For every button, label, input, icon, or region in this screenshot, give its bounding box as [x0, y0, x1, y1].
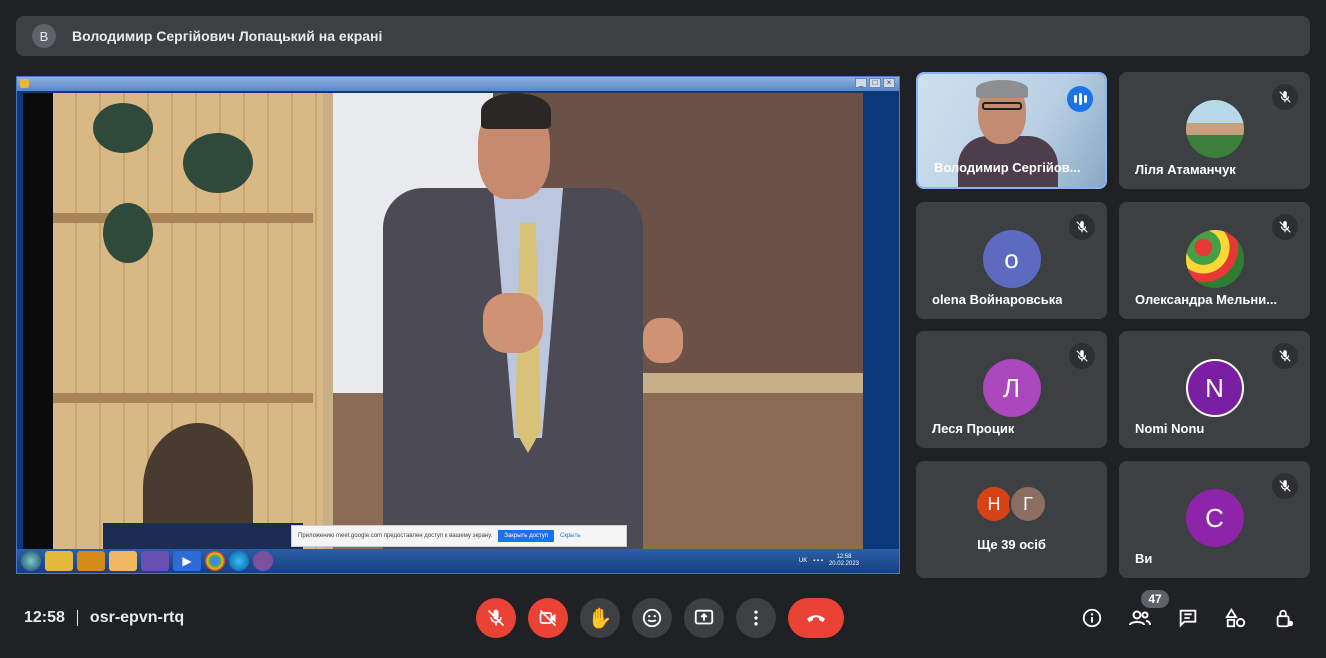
shared-video — [23, 93, 863, 549]
presenting-text: Володимир Сергійович Лопацький на екрані — [72, 28, 383, 44]
people-icon — [1129, 610, 1151, 626]
chat-icon — [1179, 609, 1197, 628]
emoji-icon — [642, 608, 662, 628]
present-screen-button[interactable] — [684, 598, 724, 638]
participant-avatar: o — [982, 230, 1041, 288]
window-minimize-button: _ — [855, 78, 867, 88]
speaking-indicator-icon — [1067, 86, 1093, 112]
taskbar-time: 12:58 — [836, 554, 852, 560]
classroom-scene — [53, 93, 863, 549]
participant-name: Леся Процик — [932, 421, 1015, 436]
meeting-time: 12:58 — [24, 609, 65, 626]
self-avatar: С — [1185, 489, 1244, 547]
chat-button[interactable] — [1168, 598, 1208, 638]
self-name: Ви — [1135, 551, 1153, 566]
participant-name: Ліля Атаманчук — [1135, 162, 1236, 177]
window-maximize-button: □ — [869, 78, 881, 88]
participant-photo — [1185, 230, 1244, 288]
chrome-icon — [205, 551, 225, 571]
participant-tile[interactable]: Л Леся Процик — [916, 331, 1107, 448]
meeting-code: osr-epvn-rtq — [89, 609, 185, 626]
stop-sharing-button[interactable]: Закрыть доступ — [498, 530, 554, 542]
mic-off-icon — [1272, 214, 1298, 240]
participant-tile[interactable]: Олександра Мельни... — [1119, 202, 1310, 319]
activities-button[interactable] — [1216, 598, 1256, 638]
participant-name: Володимир Сергійов... — [934, 160, 1081, 175]
window-close-button: × — [883, 78, 895, 88]
start-button-icon — [21, 551, 41, 571]
viber-icon — [253, 551, 273, 571]
mic-toggle-button[interactable] — [476, 598, 516, 638]
participant-name: olena Войнаровська — [932, 292, 1063, 307]
reactions-button[interactable] — [632, 598, 672, 638]
more-options-button[interactable] — [736, 598, 776, 638]
participant-photo — [1185, 100, 1244, 158]
present-icon — [694, 609, 714, 625]
meeting-info: 12:58 osr-epvn-rtq — [24, 606, 184, 630]
notification-text: Приложению meet.google.com предоставлен … — [298, 533, 493, 539]
participant-tile[interactable]: Володимир Сергійов... — [916, 72, 1107, 189]
window-titlebar: _ □ × — [17, 77, 899, 91]
visual-studio-icon — [141, 551, 169, 571]
hangup-icon — [807, 615, 825, 622]
camera-off-icon — [539, 609, 557, 627]
others-tile[interactable]: Н Г Ще 39 осіб — [916, 461, 1107, 578]
mic-off-icon — [487, 609, 505, 627]
tray-icons: ▪ ▪ ▪ — [813, 558, 823, 564]
participant-tile[interactable]: Ліля Атаманчук — [1119, 72, 1310, 189]
mic-off-icon — [1272, 473, 1298, 499]
participant-avatar: Л — [982, 359, 1041, 417]
shapes-icon — [1225, 608, 1246, 628]
mic-off-icon — [1272, 84, 1298, 110]
meeting-details-button[interactable] — [1072, 598, 1112, 638]
info-icon — [1082, 608, 1102, 628]
play-icon: ▶ — [173, 551, 201, 571]
camera-toggle-button[interactable] — [528, 598, 568, 638]
mic-off-icon — [1069, 343, 1095, 369]
taskbar-date: 20.02.2023 — [828, 561, 859, 567]
mic-off-icon — [1272, 343, 1298, 369]
participant-tile[interactable]: o olena Войнаровська — [916, 202, 1107, 319]
edge-icon — [229, 551, 249, 571]
taskbar-clock: 12:58 20.02.2023 — [829, 554, 859, 568]
windows-taskbar: ▶ UK ▪ ▪ ▪ 12:58 20.02.2023 — [17, 549, 899, 573]
window-app-icon — [20, 79, 29, 88]
participant-tile[interactable]: N Nomi Nonu — [1119, 331, 1310, 448]
participant-name: Nomi Nonu — [1135, 421, 1205, 436]
hand-icon: ✋ — [587, 607, 613, 630]
media-player-icon — [109, 551, 137, 571]
lock-person-icon — [1276, 609, 1294, 628]
presenting-banner: В Володимир Сергійович Лопацький на екра… — [16, 16, 1310, 56]
presenter-avatar: В — [32, 24, 56, 48]
mic-off-icon — [1069, 214, 1095, 240]
app-icon — [77, 551, 105, 571]
folder-icon — [45, 551, 73, 571]
shared-screen: _ □ × Приложению meet.google.com предост… — [16, 76, 900, 574]
host-controls-button[interactable] — [1264, 598, 1304, 638]
other-participant-avatar: Н — [975, 485, 1013, 523]
participant-avatar: N — [1185, 359, 1244, 417]
hide-notification-link[interactable]: Скрыть — [560, 533, 580, 539]
language-indicator: UK — [798, 558, 808, 564]
participant-name: Олександра Мельни... — [1135, 292, 1278, 307]
others-count-label: Ще 39 осіб — [977, 537, 1046, 552]
raise-hand-button[interactable]: ✋ — [580, 598, 620, 638]
people-count-badge: 47 — [1141, 590, 1169, 608]
other-participant-avatar: Г — [1009, 485, 1047, 523]
self-tile[interactable]: С Ви — [1119, 461, 1310, 578]
more-vert-icon — [754, 610, 758, 626]
leave-call-button[interactable] — [788, 598, 844, 638]
screen-share-notification: Приложению meet.google.com предоставлен … — [291, 525, 627, 547]
